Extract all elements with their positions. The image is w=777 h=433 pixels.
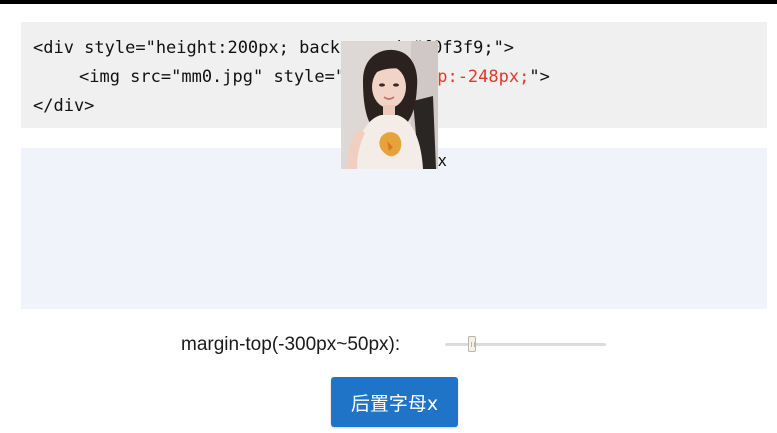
top-bar [0,0,777,4]
margin-top-slider[interactable] [445,336,606,354]
margin-top-label: margin-top(-300px~50px): [181,334,401,355]
demo-photo [341,41,438,169]
control-row: margin-top(-300px~50px): [0,330,777,360]
slider-thumb[interactable] [468,336,476,352]
append-letter-button[interactable]: 后置字母x [331,377,458,427]
portrait-image [341,41,438,169]
code-line-2-prefix: <img src="mm0.jpg" style=" [79,67,346,87]
trailing-letter: x [438,151,447,170]
code-line-2-suffix: "> [529,67,550,87]
demo-container [21,148,767,309]
